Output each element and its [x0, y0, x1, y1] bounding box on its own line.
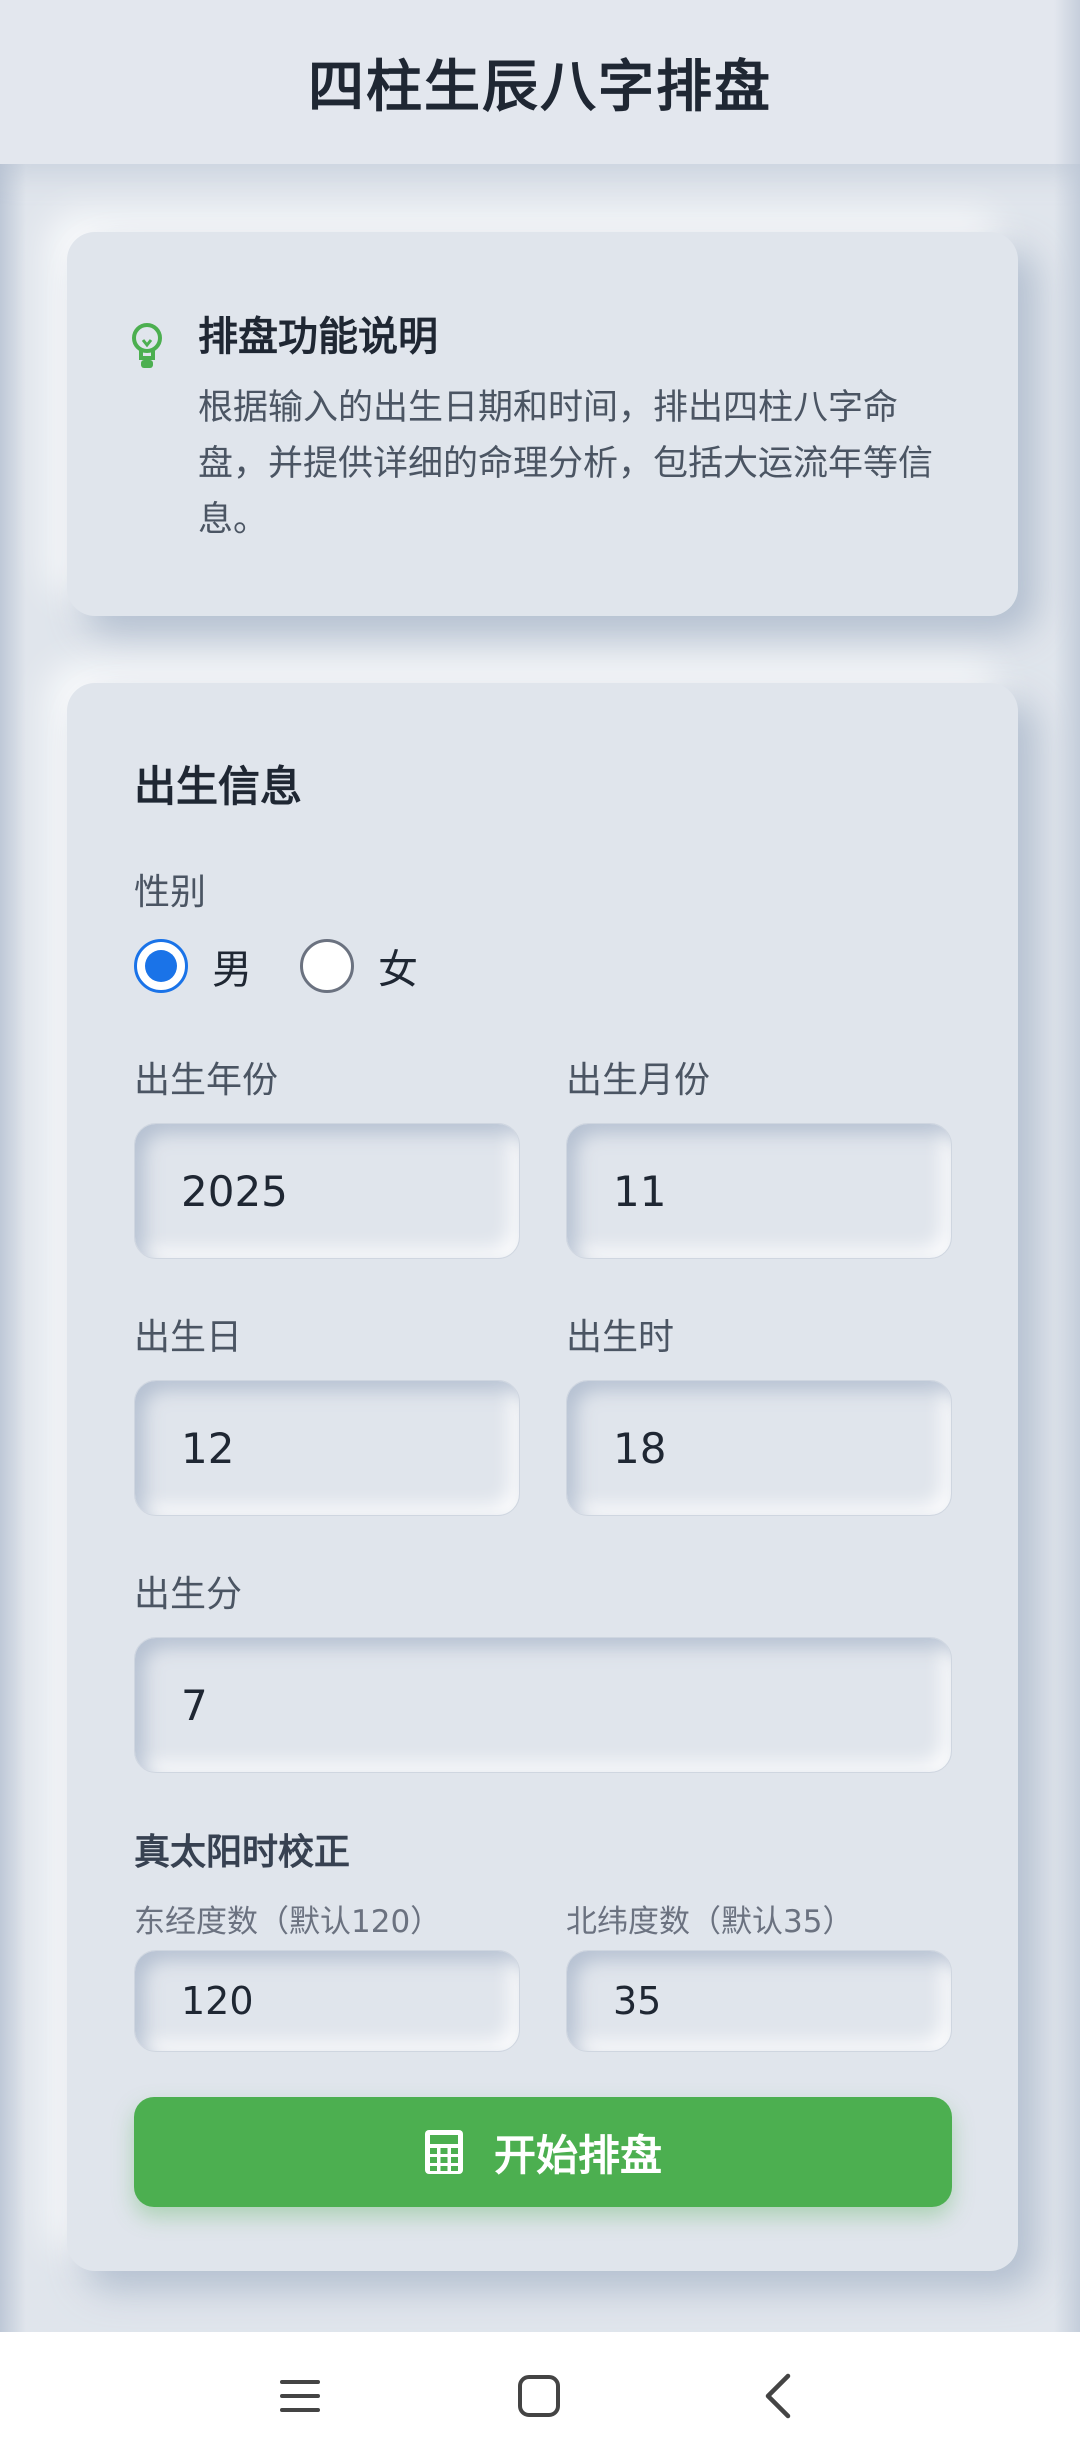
lightbulb-icon: [132, 323, 162, 368]
birth-month-input[interactable]: 11: [566, 1123, 952, 1259]
latitude-input[interactable]: 35: [566, 1950, 952, 2052]
gender-radio-group: 男 女: [134, 938, 466, 994]
radio-male-label: 男: [212, 947, 252, 993]
radio-male[interactable]: [134, 939, 188, 993]
calculator-icon: [424, 2130, 463, 2174]
birth-day-input[interactable]: 12: [134, 1380, 520, 1516]
birth-year-input[interactable]: 2025: [134, 1123, 520, 1259]
birth-month-label: 出生月份: [566, 1060, 711, 1101]
info-title: 排盘功能说明: [198, 314, 438, 360]
form-title: 出生信息: [134, 762, 303, 811]
birth-form-card: 出生信息 性别 男 女 出生年份 2025 出生月份 11 出生日 12 出生时…: [67, 683, 1018, 2271]
radio-female-label: 女: [378, 947, 418, 993]
solar-time-label: 真太阳时校正: [134, 1832, 351, 1873]
start-chart-label: 开始排盘: [493, 2130, 662, 2180]
radio-female[interactable]: [300, 939, 354, 993]
page-title: 四柱生辰八字排盘: [308, 54, 772, 120]
back-icon[interactable]: [748, 2366, 808, 2426]
gender-label: 性别: [134, 872, 207, 913]
info-card: 排盘功能说明 根据输入的出生日期和时间，排出四柱八字命盘，并提供详细的命理分析，…: [67, 232, 1018, 616]
birth-hour-label: 出生时: [566, 1317, 675, 1358]
birth-year-label: 出生年份: [134, 1060, 279, 1101]
birth-day-label: 出生日: [134, 1317, 243, 1358]
home-square-icon[interactable]: [509, 2366, 569, 2426]
app-header: 四柱生辰八字排盘: [0, 0, 1080, 164]
menu-icon[interactable]: [270, 2366, 330, 2426]
start-chart-button[interactable]: 开始排盘: [134, 2097, 952, 2207]
birth-hour-input[interactable]: 18: [566, 1380, 952, 1516]
page: 四柱生辰八字排盘 排盘功能说明 根据输入的出生日期和时间，排出四柱八字命盘，并提…: [0, 0, 1080, 2460]
info-description: 根据输入的出生日期和时间，排出四柱八字命盘，并提供详细的命理分析，包括大运流年等…: [198, 388, 934, 540]
longitude-input[interactable]: 120: [134, 1950, 520, 2052]
latitude-label: 北纬度数（默认35）: [566, 1904, 854, 1940]
birth-minute-label: 出生分: [134, 1574, 243, 1615]
birth-minute-input[interactable]: 7: [134, 1637, 952, 1773]
longitude-label: 东经度数（默认120）: [134, 1904, 442, 1940]
gender-option-male[interactable]: 男: [134, 937, 252, 995]
system-navbar: [0, 2332, 1080, 2460]
gender-option-female[interactable]: 女: [300, 937, 418, 995]
